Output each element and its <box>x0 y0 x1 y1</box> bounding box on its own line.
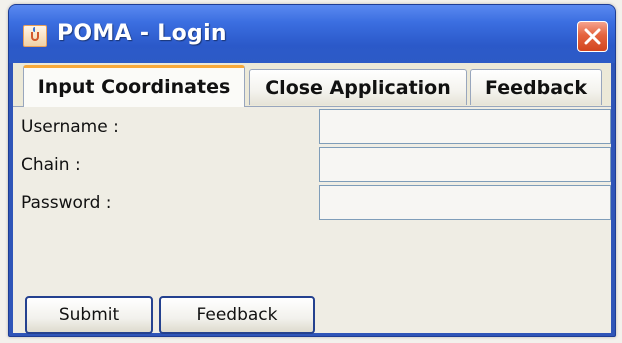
submit-button[interactable]: Submit <box>25 296 153 334</box>
chain-label: Chain : <box>21 155 81 175</box>
password-label: Password : <box>21 193 112 213</box>
username-label: Username : <box>21 117 119 137</box>
tab-feedback[interactable]: Feedback <box>470 69 602 105</box>
tab-input-coordinates[interactable]: Input Coordinates <box>23 65 245 107</box>
close-button[interactable] <box>577 21 608 52</box>
app-icon-cup <box>31 32 39 41</box>
password-field[interactable] <box>319 185 611 220</box>
feedback-button[interactable]: Feedback <box>159 296 315 334</box>
chain-field[interactable] <box>319 147 611 182</box>
window-title: POMA - Login <box>57 21 227 46</box>
close-icon <box>584 28 601 45</box>
title-bar[interactable]: POMA - Login <box>9 5 615 63</box>
username-field[interactable] <box>319 109 611 144</box>
window-content: Input Coordinates Close Application Feed… <box>13 63 611 334</box>
login-window: POMA - Login Input Coordinates Close App… <box>8 4 616 337</box>
input-coordinates-panel: Username : Chain : Password : Submit Fee… <box>13 107 611 334</box>
tab-close-application[interactable]: Close Application <box>249 69 467 105</box>
java-cup-icon <box>23 25 47 47</box>
